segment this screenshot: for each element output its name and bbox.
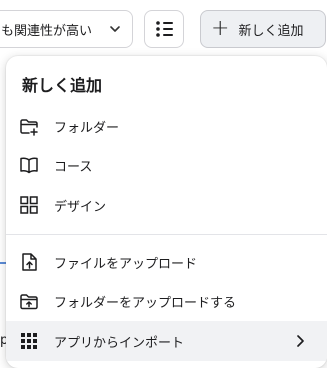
chevron-right-icon: [297, 335, 304, 347]
menu-item-course[interactable]: コース: [6, 145, 327, 185]
menu-item-folder[interactable]: フォルダー: [6, 106, 327, 146]
list-view-button[interactable]: [144, 10, 184, 48]
menu-item-label: コース: [54, 159, 93, 175]
add-new-button[interactable]: + 新しく追加: [200, 10, 326, 48]
menu-divider: [6, 234, 327, 235]
add-new-button-label: 新しく追加: [238, 23, 304, 39]
apps-grid-icon: [21, 333, 37, 349]
menu-item-label: フォルダーをアップロードする: [54, 295, 237, 311]
menu-item-label: アプリからインポート: [54, 335, 185, 351]
grid-layout-icon: [20, 196, 38, 214]
menu-item-upload-file[interactable]: ファイルをアップロード: [6, 242, 327, 282]
file-upload-icon: [22, 253, 37, 271]
plus-icon: +: [211, 16, 230, 41]
menu-item-upload-folder[interactable]: フォルダーをアップロードする: [6, 281, 327, 321]
add-new-menu: 新しく追加 フォルダー コース デザイン ファイルをアップロード フォルダーをア…: [6, 56, 327, 368]
book-icon: [20, 157, 38, 174]
sort-select-value: も関連性が高い: [1, 23, 93, 39]
menu-item-label: デザイン: [54, 199, 107, 215]
menu-title: 新しく追加: [22, 76, 103, 95]
menu-item-design[interactable]: デザイン: [6, 185, 327, 225]
menu-item-label: フォルダー: [54, 120, 120, 136]
menu-item-label: ファイルをアップロード: [54, 256, 198, 272]
list-view-icon: [156, 21, 173, 37]
folder-add-icon: [20, 119, 38, 136]
folder-upload-icon: [20, 294, 38, 310]
menu-item-import-apps[interactable]: アプリからインポート: [6, 321, 327, 361]
chevron-down-icon: [110, 26, 120, 32]
sort-select[interactable]: も関連性が高い: [0, 10, 133, 48]
